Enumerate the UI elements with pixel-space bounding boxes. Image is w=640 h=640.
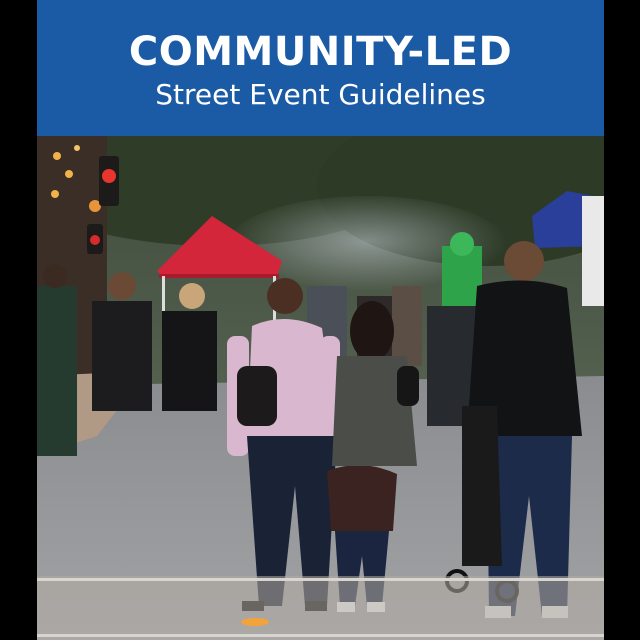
red-signal	[90, 235, 100, 245]
red-signal	[102, 169, 116, 183]
document-cover: COMMUNITY-LED Street Event Guidelines	[37, 0, 604, 640]
string-light	[51, 190, 59, 198]
ground-light	[241, 618, 269, 626]
cover-subtitle: Street Event Guidelines	[155, 78, 486, 111]
crosswalk	[37, 576, 604, 640]
cover-title: COMMUNITY-LED	[128, 29, 513, 75]
crosswalk-line	[37, 634, 604, 637]
white-booth	[582, 196, 604, 306]
crosswalk-line	[37, 578, 604, 581]
photo-illustration	[37, 136, 604, 640]
string-light	[53, 152, 61, 160]
red-tent-valance	[159, 274, 279, 278]
string-light	[65, 170, 73, 178]
street-festival-photo	[37, 136, 604, 640]
string-light	[74, 145, 80, 151]
page-frame: COMMUNITY-LED Street Event Guidelines	[0, 0, 640, 640]
title-banner: COMMUNITY-LED Street Event Guidelines	[37, 0, 604, 136]
